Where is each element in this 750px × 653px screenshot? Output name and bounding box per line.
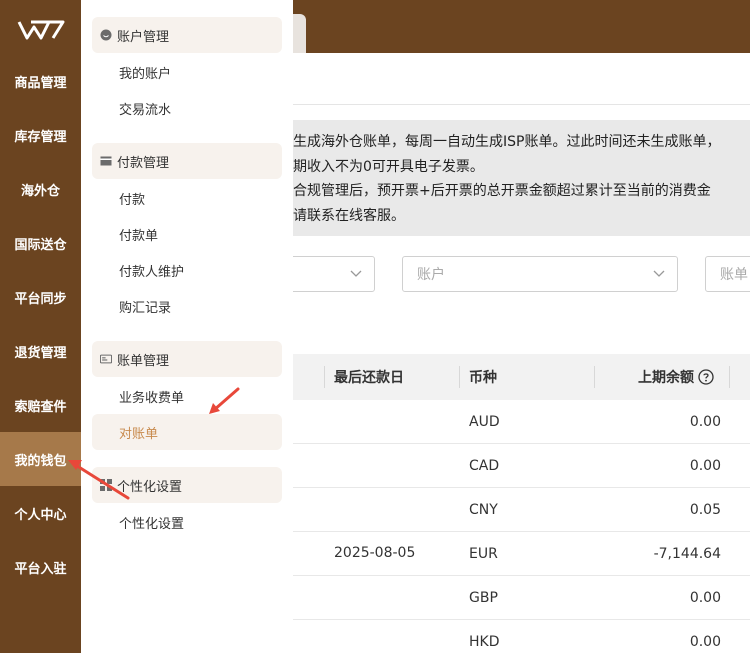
column-separator bbox=[594, 366, 595, 388]
table-row: CAD 0.00 bbox=[293, 444, 750, 488]
sidebar-item-platform-sync[interactable]: 平台同步 bbox=[0, 270, 81, 324]
submenu-item-business-charges[interactable]: 业务收费单 bbox=[92, 378, 282, 414]
annotation-arrow-icon bbox=[209, 387, 240, 414]
submenu-item-transactions[interactable]: 交易流水 bbox=[92, 90, 282, 126]
main-content: 生成海外仓账单，每周一自动生成ISP账单。过此时间还未生成账单， 期收入不为0可… bbox=[288, 0, 750, 653]
table-row: CNY 0.05 bbox=[293, 488, 750, 532]
column-separator bbox=[459, 366, 460, 388]
header-currency: 币种 bbox=[469, 370, 497, 386]
smile-icon bbox=[100, 29, 112, 41]
column-separator bbox=[729, 366, 730, 388]
sidebar-item-products[interactable]: 商品管理 bbox=[0, 54, 81, 108]
notice-line: 合规管理后，预开票+后开票的总开票金额超过累计至当前的消费金 bbox=[293, 183, 711, 199]
annotation-arrow-icon bbox=[68, 460, 130, 500]
group-title: 账单管理 bbox=[117, 353, 170, 369]
group-account-management: 账户管理 bbox=[92, 17, 282, 53]
wallet-submenu: 账户管理 我的账户 交易流水 付款管理 付款 付款单 付款人维护 购汇记录 账单… bbox=[81, 0, 293, 653]
balance-cell: 0.00 bbox=[689, 413, 721, 430]
currency-cell: HKD bbox=[469, 633, 500, 650]
submenu-item-payment-orders[interactable]: 付款单 bbox=[92, 216, 282, 252]
top-tab[interactable] bbox=[293, 14, 306, 53]
sidebar-item-inventory[interactable]: 库存管理 bbox=[0, 108, 81, 162]
bill-icon bbox=[100, 353, 112, 365]
balance-cell: 0.00 bbox=[689, 457, 721, 474]
submenu-item-statement[interactable]: 对账单 bbox=[92, 414, 282, 450]
table-row: AUD 0.00 bbox=[293, 400, 750, 444]
group-title: 付款管理 bbox=[117, 155, 170, 171]
currency-cell: GBP bbox=[469, 589, 498, 606]
bill-select[interactable]: 账单 bbox=[705, 256, 750, 292]
account-placeholder: 账户 bbox=[417, 267, 445, 283]
main-sidebar: 商品管理 库存管理 海外仓 国际送仓 平台同步 退货管理 索赔查件 我的钱包 个… bbox=[0, 0, 81, 653]
submenu-item-payment[interactable]: 付款 bbox=[92, 180, 282, 216]
sidebar-item-overseas-warehouse[interactable]: 海外仓 bbox=[0, 162, 81, 216]
currency-cell: AUD bbox=[469, 413, 500, 430]
currency-cell: CNY bbox=[469, 501, 498, 518]
column-separator bbox=[324, 366, 325, 388]
submenu-item-payer-maintenance[interactable]: 付款人维护 bbox=[92, 252, 282, 288]
card-icon bbox=[100, 155, 112, 167]
filter-select-1[interactable] bbox=[288, 256, 375, 292]
balance-cell: 0.00 bbox=[689, 589, 721, 606]
table-header: 最后还款日 币种 上期余额 bbox=[293, 354, 750, 400]
notice-line: 请联系在线客服。 bbox=[293, 207, 405, 224]
logo[interactable] bbox=[0, 12, 81, 48]
sidebar-item-returns[interactable]: 退货管理 bbox=[0, 324, 81, 378]
logo-icon bbox=[17, 20, 64, 40]
last-payment-date: 2025-08-05 bbox=[334, 545, 416, 561]
currency-cell: CAD bbox=[469, 457, 500, 474]
submenu-item-fx-records[interactable]: 购汇记录 bbox=[92, 288, 282, 324]
bill-placeholder: 账单 bbox=[720, 267, 748, 283]
submenu-item-my-account[interactable]: 我的账户 bbox=[92, 54, 282, 90]
notice-line: 生成海外仓账单，每周一自动生成ISP账单。过此时间还未生成账单， bbox=[293, 134, 721, 150]
header-prev-balance: 上期余额 bbox=[638, 354, 714, 400]
notice-line: 期收入不为0可开具电子发票。 bbox=[293, 158, 484, 175]
help-icon[interactable] bbox=[698, 369, 714, 385]
group-title: 账户管理 bbox=[117, 29, 170, 45]
chevron-down-icon bbox=[350, 270, 362, 277]
group-payment-management: 付款管理 bbox=[92, 143, 282, 179]
table-row: GBP 0.00 bbox=[293, 576, 750, 620]
divider bbox=[293, 104, 750, 105]
balance-cell: 0.00 bbox=[689, 633, 721, 650]
chevron-down-icon bbox=[653, 270, 665, 277]
sidebar-item-international-delivery[interactable]: 国际送仓 bbox=[0, 216, 81, 270]
currency-cell: EUR bbox=[469, 545, 498, 562]
balance-cell: 0.05 bbox=[689, 501, 721, 518]
account-select[interactable]: 账户 bbox=[402, 256, 678, 292]
header-last-payment: 最后还款日 bbox=[334, 370, 404, 386]
sidebar-item-platform-onboarding[interactable]: 平台入驻 bbox=[0, 540, 81, 594]
balance-cell: -7,144.64 bbox=[653, 545, 721, 562]
header-prev-balance-label: 上期余额 bbox=[638, 370, 694, 386]
table-row: HKD 0.00 bbox=[293, 620, 750, 653]
submenu-item-personalization-settings[interactable]: 个性化设置 bbox=[92, 504, 282, 540]
group-bill-management: 账单管理 bbox=[92, 341, 282, 377]
sidebar-item-claims[interactable]: 索赔查件 bbox=[0, 378, 81, 432]
notice-box: 生成海外仓账单，每周一自动生成ISP账单。过此时间还未生成账单， 期收入不为0可… bbox=[293, 120, 750, 236]
top-bar bbox=[293, 0, 750, 53]
